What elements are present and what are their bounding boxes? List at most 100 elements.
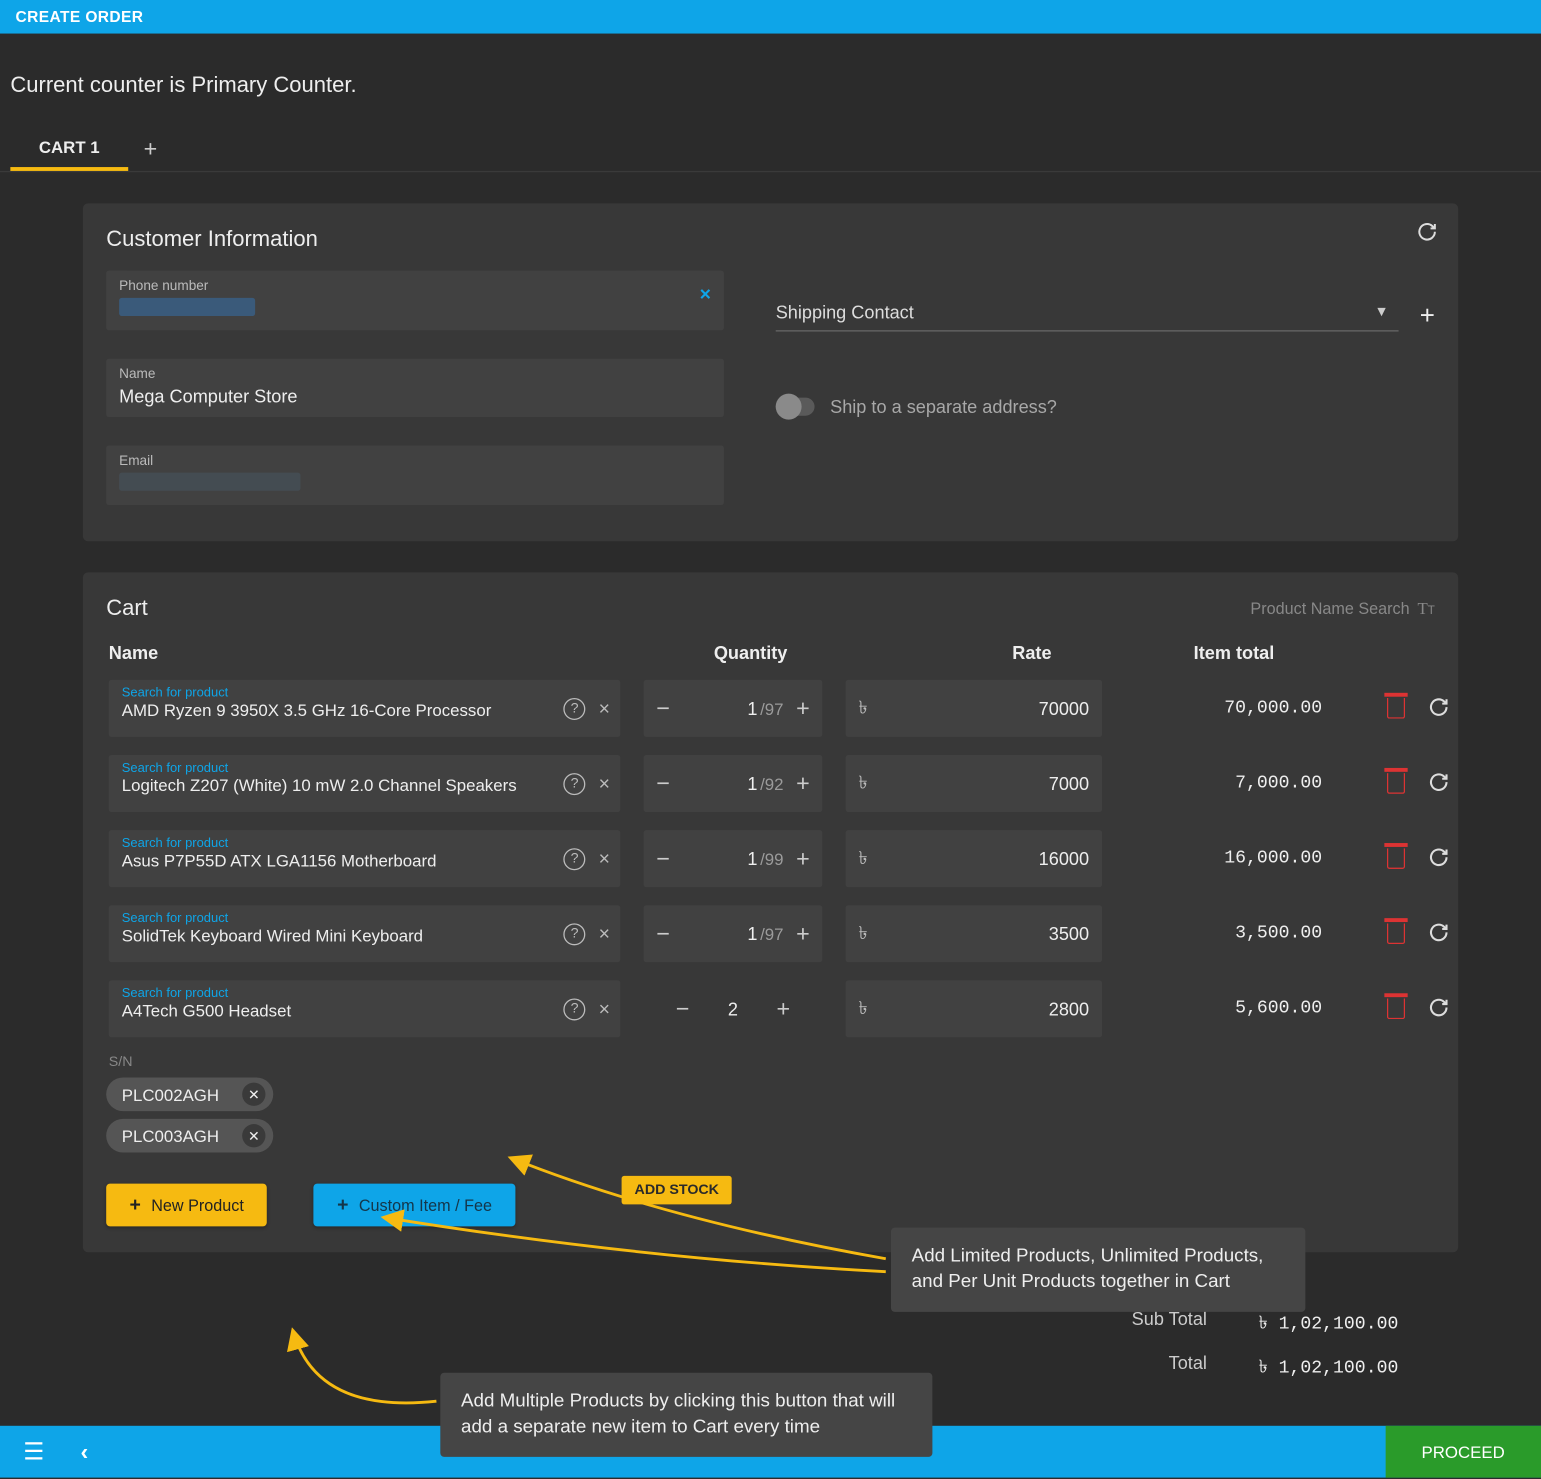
increment-button[interactable]: +: [783, 920, 822, 947]
currency-symbol: ৳: [859, 918, 868, 949]
delete-icon[interactable]: [1387, 848, 1405, 869]
item-total: 7,000.00: [1125, 773, 1322, 794]
qty-value: 1/99: [682, 848, 783, 869]
shipping-contact-select[interactable]: Shipping Contact ▼: [776, 302, 1399, 332]
sn-chip: PLC003AGH✕: [106, 1119, 273, 1153]
clear-phone-icon[interactable]: ×: [700, 284, 711, 306]
subtotal-label: Sub Total: [1132, 1308, 1207, 1339]
qty-value: 2: [728, 998, 738, 1019]
currency-symbol: ৳: [859, 993, 868, 1024]
add-tab-button[interactable]: +: [128, 128, 173, 171]
rate-input[interactable]: ৳ 2800: [846, 980, 1102, 1037]
phone-field[interactable]: Phone number ×: [106, 271, 724, 331]
decrement-button[interactable]: −: [644, 770, 683, 797]
rate-value: 70000: [868, 698, 1089, 719]
rate-input[interactable]: ৳ 70000: [846, 680, 1102, 737]
clear-icon[interactable]: ×: [599, 848, 610, 870]
quantity-stepper[interactable]: − 1/92 +: [644, 755, 823, 812]
tab-row: CART 1 +: [0, 127, 1541, 172]
customer-info-title: Customer Information: [106, 227, 1435, 253]
product-field-label: Search for product: [122, 837, 543, 851]
callout-new-product: Add Multiple Products by clicking this b…: [440, 1373, 932, 1457]
plus-icon: +: [130, 1194, 141, 1216]
refresh-icon[interactable]: [1428, 846, 1449, 871]
product-field-label: Search for product: [122, 987, 543, 1001]
quantity-stepper[interactable]: − 1/99 +: [644, 830, 823, 887]
product-search-field[interactable]: Search for product AMD Ryzen 9 3950X 3.5…: [109, 680, 621, 737]
delete-icon[interactable]: [1387, 773, 1405, 794]
add-shipping-contact-button[interactable]: +: [1420, 302, 1435, 332]
remove-chip-icon[interactable]: ✕: [242, 1124, 265, 1147]
new-product-button[interactable]: + New Product: [106, 1184, 267, 1227]
cart-title: Cart: [106, 596, 148, 622]
rate-value: 7000: [868, 773, 1089, 794]
refresh-icon[interactable]: [1428, 997, 1449, 1022]
rate-input[interactable]: ৳ 3500: [846, 905, 1102, 962]
help-icon[interactable]: ?: [564, 772, 586, 794]
clear-icon[interactable]: ×: [599, 697, 610, 719]
product-field-label: Search for product: [122, 912, 543, 926]
refresh-icon[interactable]: [1428, 696, 1449, 721]
product-search-field[interactable]: Search for product A4Tech G500 Headset ?…: [109, 980, 621, 1037]
menu-icon[interactable]: ☰: [13, 1438, 55, 1465]
product-name: Logitech Z207 (White) 10 mW 2.0 Channel …: [122, 776, 543, 795]
decrement-button[interactable]: −: [644, 695, 683, 722]
help-icon[interactable]: ?: [564, 998, 586, 1020]
quantity-stepper[interactable]: − 1/97 +: [644, 905, 823, 962]
cart-line: Search for product A4Tech G500 Headset ?…: [106, 971, 1435, 1046]
rate-input[interactable]: ৳ 7000: [846, 755, 1102, 812]
add-stock-button[interactable]: ADD STOCK: [622, 1176, 732, 1204]
remove-chip-icon[interactable]: ✕: [242, 1083, 265, 1106]
cart-line: Search for product SolidTek Keyboard Wir…: [106, 896, 1435, 971]
delete-icon[interactable]: [1387, 698, 1405, 719]
item-total: 5,600.00: [1125, 998, 1322, 1019]
top-bar: CREATE ORDER: [0, 0, 1541, 34]
ship-separate-toggle[interactable]: [776, 398, 815, 416]
decrement-button[interactable]: −: [644, 920, 683, 947]
name-field[interactable]: Name Mega Computer Store: [106, 359, 724, 417]
name-label: Name: [119, 366, 711, 382]
product-field-label: Search for product: [122, 686, 543, 700]
increment-button[interactable]: +: [783, 845, 822, 872]
phone-label: Phone number: [119, 278, 711, 294]
product-search-field[interactable]: Search for product Asus P7P55D ATX LGA11…: [109, 830, 621, 887]
decrement-button[interactable]: −: [644, 845, 683, 872]
clear-icon[interactable]: ×: [599, 772, 610, 794]
email-field[interactable]: Email: [106, 445, 724, 505]
tab-cart-1[interactable]: CART 1: [10, 127, 128, 171]
product-search-field[interactable]: Search for product Logitech Z207 (White)…: [109, 755, 621, 812]
total-label: Total: [1169, 1352, 1207, 1383]
clear-icon[interactable]: ×: [599, 923, 610, 945]
back-icon[interactable]: ‹: [55, 1438, 104, 1465]
product-name: Asus P7P55D ATX LGA1156 Motherboard: [122, 851, 543, 870]
increment-button[interactable]: +: [783, 695, 822, 722]
product-search-field[interactable]: Search for product SolidTek Keyboard Wir…: [109, 905, 621, 962]
chevron-down-icon: ▼: [1364, 304, 1399, 320]
increment-button[interactable]: +: [764, 995, 803, 1022]
increment-button[interactable]: +: [783, 770, 822, 797]
currency-symbol: ৳: [859, 768, 868, 799]
quantity-stepper[interactable]: − 2 +: [644, 980, 823, 1037]
help-icon[interactable]: ?: [564, 697, 586, 719]
refresh-icon[interactable]: [1417, 221, 1438, 246]
rate-input[interactable]: ৳ 16000: [846, 830, 1102, 887]
product-search-toggle[interactable]: Product Name Search TT: [1250, 598, 1434, 619]
refresh-icon[interactable]: [1428, 771, 1449, 796]
sn-value: PLC002AGH: [122, 1085, 219, 1104]
product-name: SolidTek Keyboard Wired Mini Keyboard: [122, 926, 543, 945]
product-field-label: Search for product: [122, 761, 543, 775]
help-icon[interactable]: ?: [564, 848, 586, 870]
quantity-stepper[interactable]: − 1/97 +: [644, 680, 823, 737]
rate-value: 3500: [868, 923, 1089, 944]
cart-header-row: Name Quantity Rate Item total: [106, 622, 1435, 671]
custom-item-button[interactable]: + Custom Item / Fee: [314, 1184, 515, 1227]
clear-icon[interactable]: ×: [599, 998, 610, 1020]
refresh-icon[interactable]: [1428, 921, 1449, 946]
delete-icon[interactable]: [1387, 998, 1405, 1019]
proceed-button[interactable]: PROCEED: [1385, 1426, 1541, 1478]
help-icon[interactable]: ?: [564, 923, 586, 945]
delete-icon[interactable]: [1387, 923, 1405, 944]
decrement-button[interactable]: −: [663, 995, 702, 1022]
cart-line: Search for product Asus P7P55D ATX LGA11…: [106, 821, 1435, 896]
customer-info-card: Customer Information Phone number × Name…: [83, 203, 1458, 541]
